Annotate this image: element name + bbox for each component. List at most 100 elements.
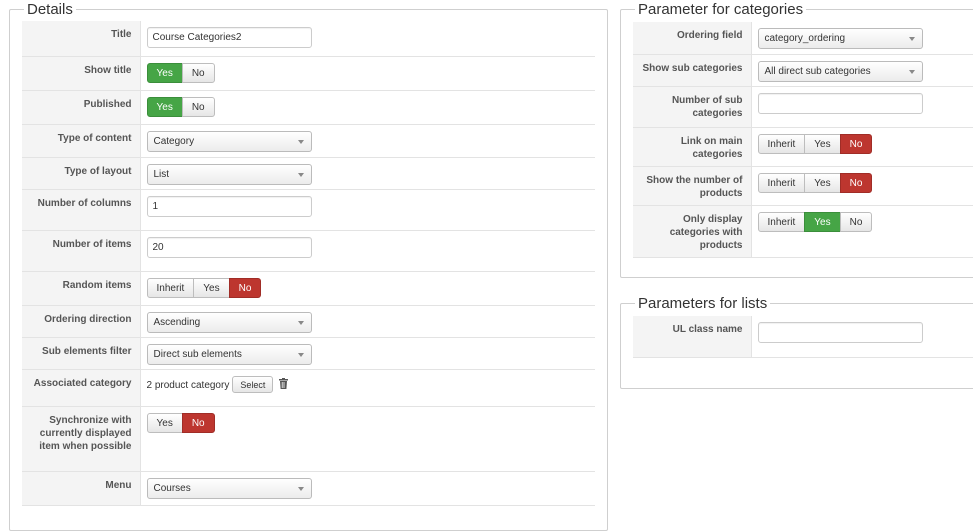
row-number-of-columns: Number of columns [22, 189, 595, 231]
link-on-main-categories-inherit-button[interactable]: Inherit [757, 133, 806, 154]
title-input[interactable] [146, 27, 312, 48]
row-show-sub-categories: Show sub categories All direct sub categ… [633, 54, 973, 87]
row-sub-elements-filter: Sub elements filter Direct sub elements [22, 337, 595, 370]
type-of-content-value: Category [153, 135, 195, 147]
list-params-table: UL class name [633, 316, 973, 358]
categories-params-panel: Parameter for categories Ordering field … [620, 1, 973, 278]
menu-label: Menu [22, 471, 141, 506]
number-of-sub-categories-input[interactable] [757, 92, 923, 114]
trash-icon[interactable] [279, 377, 289, 392]
number-of-items-label: Number of items [22, 230, 141, 272]
chevron-down-icon [908, 37, 915, 41]
show-sub-categories-value: All direct sub categories [764, 65, 871, 77]
only-display-with-products-inherit-button[interactable]: Inherit [757, 211, 806, 232]
random-items-toggle: Inherit Yes No [146, 277, 262, 298]
row-show-title: Show title Yes No [22, 56, 595, 91]
type-of-content-label: Type of content [22, 124, 141, 158]
synchronize-toggle: Yes No [146, 412, 215, 433]
published-no-button[interactable]: No [181, 96, 215, 117]
sub-elements-filter-select[interactable]: Direct sub elements [146, 343, 312, 365]
row-ordering-direction: Ordering direction Ascending [22, 305, 595, 338]
list-params-legend: Parameters for lists [638, 295, 768, 312]
menu-value: Courses [153, 482, 191, 494]
show-number-of-products-no-button[interactable]: No [839, 172, 873, 193]
published-label: Published [22, 90, 141, 125]
type-of-content-select[interactable]: Category [146, 130, 312, 152]
published-toggle: Yes No [146, 96, 215, 117]
row-synchronize: Synchronize with currently displayed ite… [22, 406, 595, 472]
number-of-columns-input[interactable] [146, 195, 312, 217]
synchronize-label: Synchronize with currently displayed ite… [22, 406, 141, 472]
show-title-toggle: Yes No [146, 62, 215, 83]
row-link-on-main-categories: Link on main categories Inherit Yes No [633, 127, 973, 167]
associated-category-value: 2 product category [146, 379, 230, 391]
only-display-with-products-no-button[interactable]: No [839, 211, 873, 232]
row-type-of-content: Type of content Category [22, 124, 595, 158]
row-ul-class-name: UL class name [633, 316, 973, 358]
published-yes-button[interactable]: Yes [146, 96, 183, 117]
synchronize-no-button[interactable]: No [181, 412, 215, 433]
row-title: Title [22, 21, 595, 57]
details-panel: Details Title Show title Yes No Publishe… [9, 1, 608, 531]
ordering-direction-select[interactable]: Ascending [146, 311, 312, 333]
row-ordering-field: Ordering field category_ordering [633, 22, 973, 55]
sub-elements-filter-value: Direct sub elements [153, 348, 242, 360]
show-title-no-button[interactable]: No [181, 62, 215, 83]
only-display-with-products-toggle: Inherit Yes No [757, 211, 873, 232]
row-number-of-items: Number of items [22, 230, 595, 272]
number-of-columns-label: Number of columns [22, 189, 141, 231]
row-random-items: Random items Inherit Yes No [22, 271, 595, 306]
row-show-number-of-products: Show the number of products Inherit Yes … [633, 166, 973, 206]
ul-class-name-input[interactable] [757, 322, 923, 343]
synchronize-yes-button[interactable]: Yes [146, 412, 183, 433]
show-title-label: Show title [22, 56, 141, 91]
link-on-main-categories-yes-button[interactable]: Yes [804, 133, 841, 154]
random-items-label: Random items [22, 271, 141, 306]
chevron-down-icon [297, 139, 304, 144]
list-params-panel: Parameters for lists UL class name [620, 295, 973, 389]
random-items-no-button[interactable]: No [228, 277, 262, 298]
link-on-main-categories-no-button[interactable]: No [839, 133, 873, 154]
ul-class-name-label: UL class name [633, 316, 752, 358]
show-title-yes-button[interactable]: Yes [146, 62, 183, 83]
show-sub-categories-select[interactable]: All direct sub categories [757, 60, 923, 82]
show-number-of-products-yes-button[interactable]: Yes [804, 172, 841, 193]
chevron-down-icon [297, 486, 304, 491]
show-number-of-products-inherit-button[interactable]: Inherit [757, 172, 806, 193]
random-items-inherit-button[interactable]: Inherit [146, 277, 195, 298]
show-number-of-products-toggle: Inherit Yes No [757, 172, 873, 193]
ordering-field-select[interactable]: category_ordering [757, 28, 923, 49]
type-of-layout-label: Type of layout [22, 157, 141, 190]
associated-category-label: Associated category [22, 369, 141, 407]
details-legend: Details [27, 1, 73, 18]
only-display-with-products-label: Only display categories with products [633, 205, 752, 258]
row-associated-category: Associated category 2 product category S… [22, 369, 595, 407]
ordering-direction-label: Ordering direction [22, 305, 141, 338]
show-number-of-products-label: Show the number of products [633, 166, 752, 206]
categories-params-legend: Parameter for categories [638, 1, 804, 18]
type-of-layout-select[interactable]: List [146, 163, 312, 185]
chevron-down-icon [297, 320, 304, 325]
show-sub-categories-label: Show sub categories [633, 54, 752, 87]
row-only-display-with-products: Only display categories with products In… [633, 205, 973, 258]
chevron-down-icon [908, 69, 915, 74]
type-of-layout-value: List [153, 168, 170, 180]
row-type-of-layout: Type of layout List [22, 157, 595, 190]
link-on-main-categories-toggle: Inherit Yes No [757, 133, 873, 154]
number-of-items-input[interactable] [146, 236, 312, 258]
random-items-yes-button[interactable]: Yes [193, 277, 230, 298]
row-menu: Menu Courses [22, 471, 595, 506]
details-table: Title Show title Yes No Published Yes No [22, 21, 595, 506]
chevron-down-icon [297, 172, 304, 177]
ordering-direction-value: Ascending [153, 316, 201, 328]
only-display-with-products-yes-button[interactable]: Yes [804, 211, 841, 232]
number-of-sub-categories-label: Number of sub categories [633, 86, 752, 128]
title-label: Title [22, 21, 141, 57]
menu-select[interactable]: Courses [146, 477, 312, 499]
sub-elements-filter-label: Sub elements filter [22, 337, 141, 370]
ordering-field-value: category_ordering [764, 33, 846, 44]
ordering-field-label: Ordering field [633, 22, 752, 55]
row-number-of-sub-categories: Number of sub categories [633, 86, 973, 128]
select-category-button[interactable]: Select [232, 375, 274, 393]
categories-params-table: Ordering field category_ordering Show su… [633, 22, 973, 258]
